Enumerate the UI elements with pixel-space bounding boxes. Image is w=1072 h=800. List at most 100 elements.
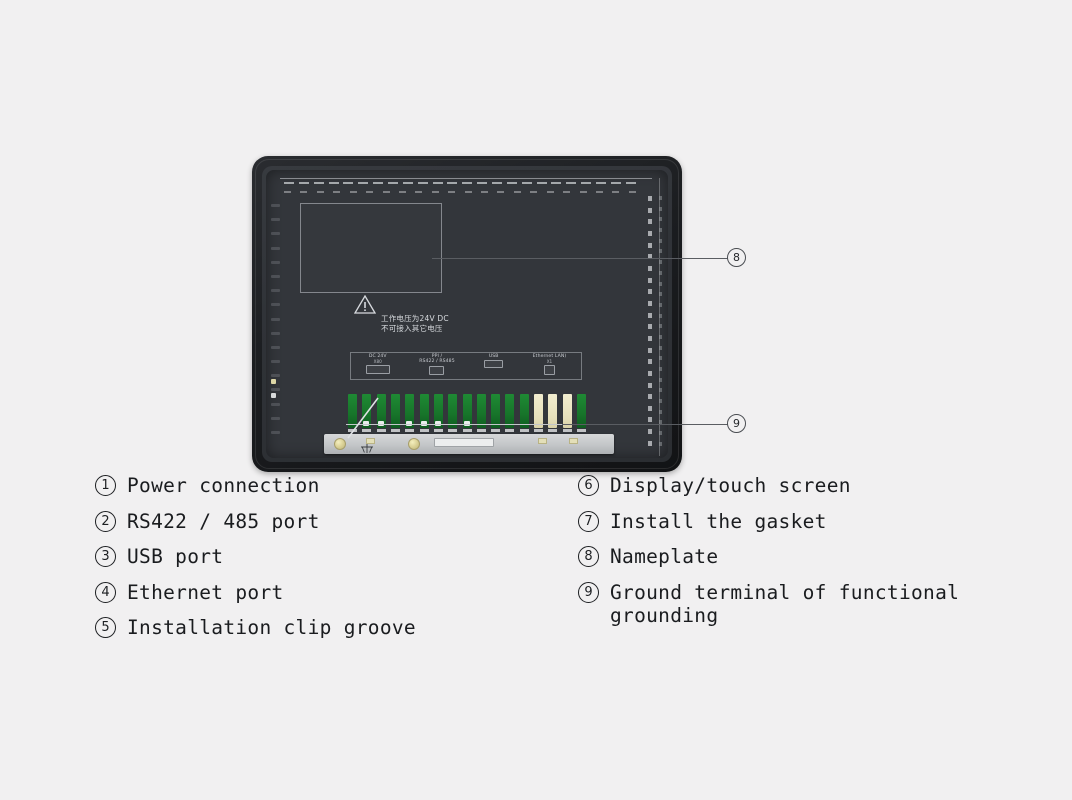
dash-unit	[648, 196, 652, 201]
top-vent-row-lower	[284, 191, 636, 193]
ground-screw-mid	[408, 438, 420, 450]
slot-unit	[398, 191, 406, 193]
connector-fin	[433, 394, 443, 432]
dash-unit	[648, 394, 652, 400]
dash-unit	[648, 265, 652, 271]
dash-unit	[648, 370, 652, 376]
connector-fin	[505, 394, 515, 432]
connector-fin	[390, 394, 400, 432]
slot-unit	[566, 182, 577, 184]
dash-unit	[659, 377, 662, 382]
bracket-slot	[434, 438, 494, 447]
slot-unit	[328, 182, 339, 184]
legend-label-2: RS422 / 485 port	[127, 509, 320, 533]
slot-unit	[333, 191, 341, 193]
nameplate-area	[300, 203, 442, 293]
legend-label-4: Ethernet port	[127, 580, 284, 604]
diagram-page: 工作电压为24V DC 不可接入其它电压 DC 24V X80 PPI / RS…	[0, 0, 1072, 800]
dash-unit	[659, 313, 662, 318]
legend-item-9: 9 Ground terminal of functional grounding	[578, 581, 1048, 627]
callout-marker-8: 8	[727, 248, 746, 267]
connector-fin	[519, 394, 529, 432]
slot-unit	[349, 191, 357, 193]
dash-unit	[648, 429, 652, 435]
connector-fin-row	[348, 390, 586, 432]
connector-fin	[405, 394, 415, 432]
slot-unit	[417, 182, 428, 184]
bracket-tab-c	[569, 438, 578, 444]
slot-unit	[581, 182, 592, 184]
slot-unit	[284, 182, 294, 184]
mk-unit	[270, 416, 280, 420]
fin-tip	[433, 429, 443, 432]
legend-number-3: 3	[95, 546, 116, 567]
legend-label-3: USB port	[127, 545, 224, 568]
connector-fin	[476, 394, 486, 432]
slot-unit	[546, 191, 554, 193]
slot-unit	[506, 182, 517, 184]
slot-unit	[477, 182, 488, 184]
mk-unit	[270, 303, 280, 307]
usb-port-icon	[484, 360, 504, 369]
mk-unit	[270, 274, 280, 278]
dash-unit	[659, 217, 662, 222]
legend-item-7: 7 Install the gasket	[578, 510, 1048, 533]
connector-fin	[534, 394, 544, 432]
slot-unit	[448, 191, 456, 193]
port-label-strip: DC 24V X80 PPI / RS422 / RS485 USB Ether…	[350, 352, 582, 380]
mk-unit	[270, 246, 280, 250]
mk-unit	[270, 317, 280, 321]
mk-unit	[270, 260, 280, 264]
dash-unit	[648, 359, 652, 365]
left-edge-markings	[268, 204, 282, 434]
connector-fin	[491, 394, 501, 432]
slot-unit	[298, 182, 309, 184]
slot-unit	[563, 191, 571, 193]
dash-unit	[648, 417, 652, 423]
fin-tip	[419, 429, 429, 432]
slot-unit	[358, 182, 369, 184]
fin-tip	[534, 429, 544, 432]
dash-unit	[648, 440, 652, 446]
dash-unit	[659, 228, 662, 233]
legend: 1 Power connection 2 RS422 / 485 port 3 USB p…	[0, 474, 1072, 674]
slot-unit	[402, 182, 413, 184]
dash-unit	[659, 441, 662, 446]
slot-unit	[551, 182, 562, 184]
port-label-rs422: RS422 / RS485	[419, 359, 455, 365]
dash-unit	[659, 345, 662, 350]
slot-unit	[373, 182, 384, 184]
legend-label-9: Ground terminal of functional grounding	[610, 580, 960, 627]
fin-tip	[577, 429, 586, 432]
mk-unit	[270, 289, 280, 293]
fin-tip	[548, 429, 558, 432]
legend-item-5: 5 Installation clip groove	[95, 616, 555, 639]
warning-line-1: 工作电压为24V DC	[381, 314, 449, 323]
dash-unit	[659, 399, 662, 404]
right-vent-column-secondary	[659, 196, 662, 446]
fin-tip	[505, 429, 515, 432]
mk-unit	[270, 402, 280, 406]
dash-unit	[659, 281, 662, 286]
callout-leader-9	[560, 424, 728, 425]
slot-unit	[628, 191, 636, 193]
slot-unit	[481, 191, 489, 193]
connector-fin	[577, 394, 586, 432]
warning-triangle-icon	[354, 295, 376, 333]
connector-fin	[462, 394, 472, 432]
legend-number-7: 7	[578, 510, 599, 532]
dash-unit	[648, 289, 652, 295]
dash-unit	[659, 249, 662, 254]
slot-unit	[513, 191, 521, 193]
slot-unit	[388, 182, 399, 184]
mk-unit	[270, 232, 280, 236]
port-cell-dc24v: DC 24V X80	[351, 353, 404, 379]
slot-unit	[313, 182, 324, 184]
slot-unit	[366, 191, 374, 193]
dash-unit	[659, 238, 662, 243]
mk-unit	[270, 204, 280, 207]
fin-tip	[476, 429, 486, 432]
connector-fin	[448, 394, 458, 432]
dash-unit	[659, 356, 662, 361]
slot-unit	[300, 191, 308, 193]
